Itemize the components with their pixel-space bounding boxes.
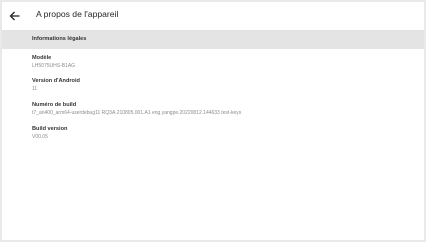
item-title: Modèle (32, 55, 52, 61)
settings-screen: A propos de l'appareil Informations léga… (2, 2, 424, 240)
item-title: Build version (32, 126, 68, 132)
item-value: V00.05 (32, 134, 48, 140)
item-value: t7_an400_arm64-userdebug11 RQ3A.210805.0… (32, 110, 242, 116)
top-app-bar: A propos de l'appareil (2, 2, 424, 31)
section-header-legal-info[interactable]: Informations légales (2, 31, 424, 49)
page-title: A propos de l'appareil (36, 9, 119, 19)
item-title: Version d'Android (32, 78, 80, 84)
list-item-android-version[interactable]: Version d'Android 11 (32, 78, 417, 98)
section-header-label: Informations légales (32, 36, 87, 42)
item-value: LH5075UHS-B1AG (32, 63, 76, 69)
list-item-build-number[interactable]: Numéro de build t7_an400_arm64-userdebug… (32, 102, 417, 122)
back-button[interactable] (7, 8, 23, 24)
item-title: Numéro de build (32, 102, 77, 108)
list-item-model[interactable]: Modèle LH5075UHS-B1AG (32, 55, 417, 75)
arrow-left-icon (9, 11, 20, 21)
item-value: 11 (32, 86, 38, 92)
list-item-build-version[interactable]: Build version V00.05 (32, 126, 417, 146)
